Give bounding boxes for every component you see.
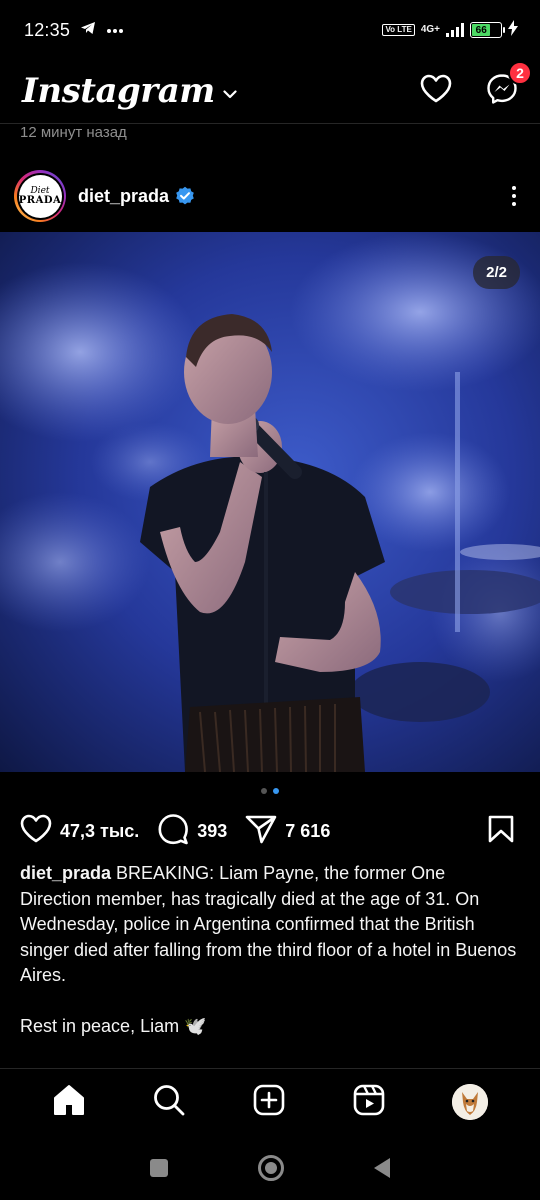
share-action[interactable]: 7 616: [245, 814, 330, 849]
post-options-icon[interactable]: [512, 186, 516, 206]
home-icon[interactable]: [52, 1084, 86, 1121]
post-image[interactable]: 2/2: [0, 232, 540, 772]
like-action[interactable]: 47,3 тыс.: [20, 814, 139, 848]
reels-icon[interactable]: [353, 1084, 385, 1121]
chevron-down-icon[interactable]: [223, 86, 237, 104]
signal-icon: [446, 23, 464, 37]
back-button[interactable]: [374, 1157, 390, 1178]
heart-icon[interactable]: [420, 74, 452, 108]
bookmark-icon[interactable]: [488, 815, 514, 848]
status-time: 12:35: [24, 19, 71, 40]
battery-icon: 66: [470, 22, 505, 38]
concert-photo: [0, 232, 540, 772]
diet-prada-logo: Diet PRADA: [18, 174, 62, 218]
create-icon[interactable]: [253, 1084, 285, 1121]
instagram-logo[interactable]: Instagram: [22, 71, 215, 111]
more-notifications-icon: [106, 21, 124, 39]
profile-avatar[interactable]: [452, 1084, 489, 1120]
bottom-nav: [0, 1069, 540, 1135]
shares-count[interactable]: 7 616: [285, 821, 330, 842]
recents-button[interactable]: [150, 1158, 168, 1177]
post-username[interactable]: diet_prada: [78, 186, 169, 207]
post-avatar[interactable]: Diet PRADA: [14, 170, 66, 222]
feed-time-ago: 12 минут назад: [20, 124, 127, 141]
system-nav-bar: [0, 1135, 540, 1200]
carousel-dot-active[interactable]: [273, 788, 279, 794]
carousel-dot[interactable]: [261, 788, 267, 794]
caption-closing: Rest in peace, Liam 🕊️: [20, 1016, 207, 1036]
search-icon[interactable]: [153, 1084, 185, 1121]
verified-badge-icon: [175, 186, 195, 206]
messenger-button[interactable]: 2: [486, 60, 532, 110]
network-type: 4G+: [420, 24, 440, 35]
app-header: Instagram 2: [0, 60, 540, 122]
like-heart-icon[interactable]: [20, 814, 52, 848]
caption-username[interactable]: diet_prada: [20, 863, 111, 883]
post-caption: diet_prada BREAKING: Liam Payne, the for…: [20, 861, 520, 1040]
status-bar: 12:35 Vo LTE 4G+ 66: [0, 0, 540, 60]
post-actions: 47,3 тыс. 393 7 616: [0, 812, 540, 850]
volte-indicator: Vo LTE: [382, 24, 415, 36]
messenger-badge: 2: [508, 60, 532, 85]
charging-icon: [508, 19, 518, 41]
comment-icon[interactable]: [157, 813, 189, 850]
comments-count[interactable]: 393: [197, 821, 227, 842]
comment-action[interactable]: 393: [157, 813, 227, 850]
carousel-dots: [0, 788, 540, 794]
home-button[interactable]: [258, 1154, 284, 1181]
messenger-icon: [486, 73, 518, 109]
battery-level: 66: [472, 24, 491, 36]
carousel-counter: 2/2: [473, 256, 520, 289]
telegram-icon: [80, 21, 96, 40]
share-paper-plane-icon[interactable]: [245, 814, 277, 849]
likes-count[interactable]: 47,3 тыс.: [60, 821, 139, 842]
post-header: Diet PRADA diet_prada: [0, 170, 540, 222]
